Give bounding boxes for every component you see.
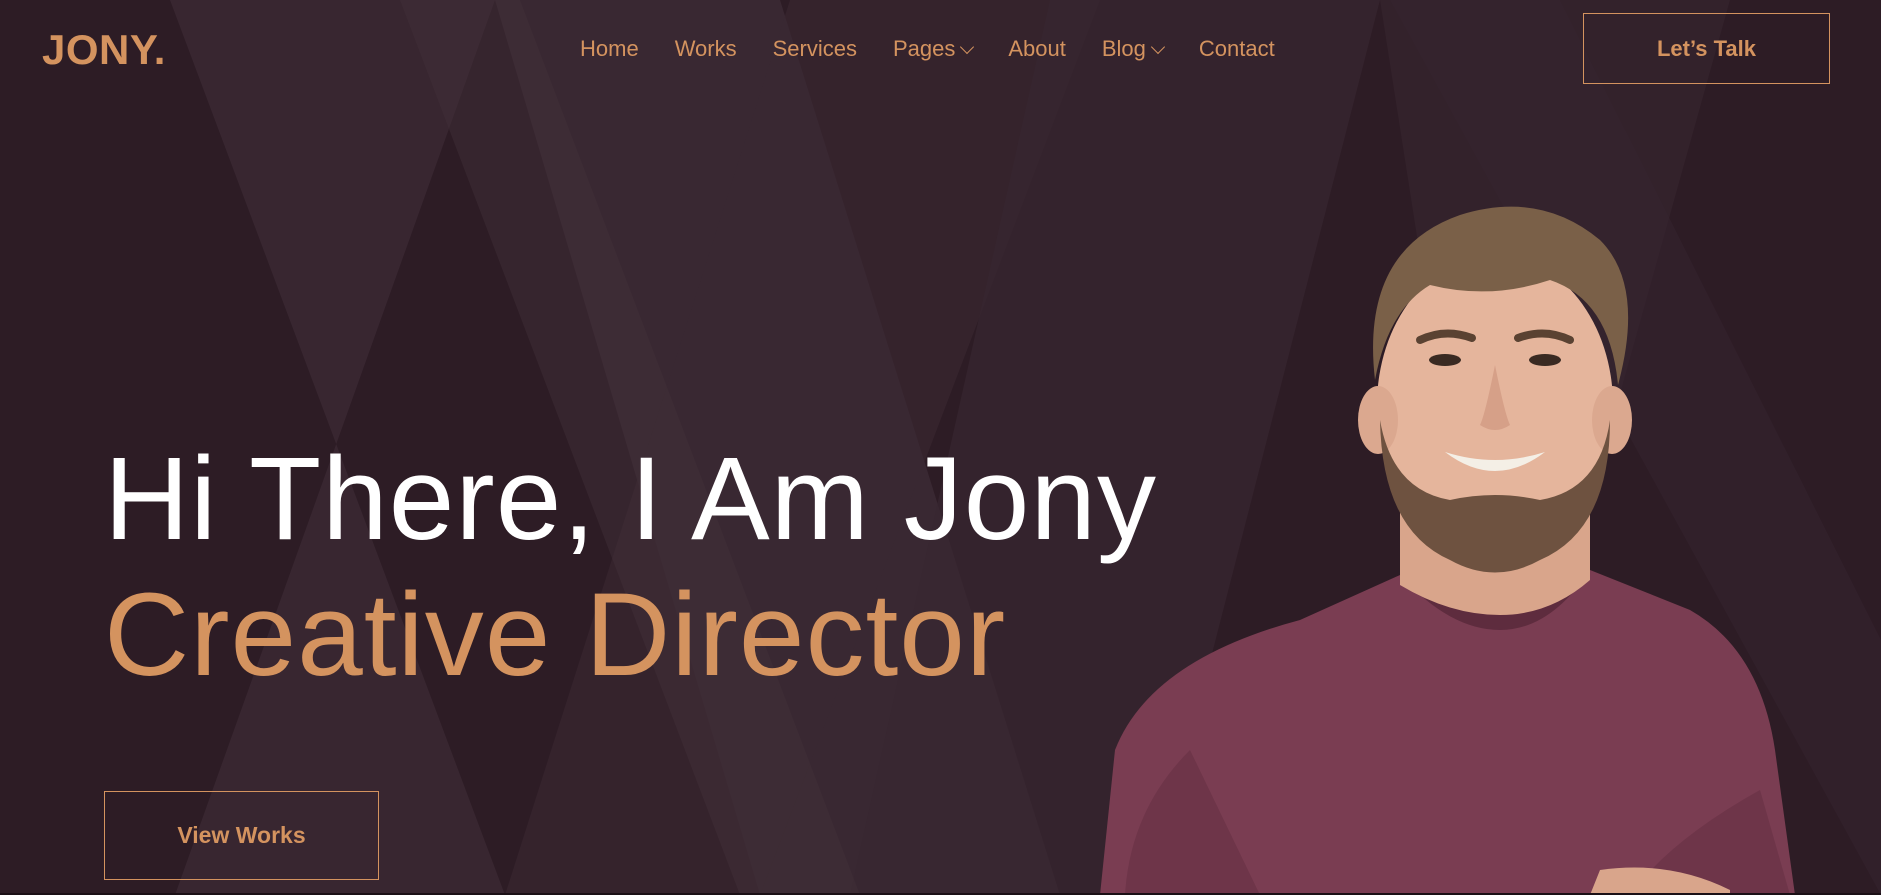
lets-talk-button[interactable]: Let’s Talk [1583, 13, 1830, 84]
chevron-down-icon [1150, 39, 1165, 54]
brand-logo[interactable]: JONY. [42, 26, 166, 74]
nav-item-works[interactable]: Works [675, 36, 737, 62]
portrait-image [1100, 206, 1795, 895]
main-nav: Home Works Services Pages About Blog Con… [580, 36, 1311, 62]
nav-item-services[interactable]: Services [773, 36, 857, 62]
nav-item-label: Services [772, 36, 857, 61]
nav-item-label: About [1008, 36, 1066, 61]
hero-title: Hi There, I Am Jony [104, 433, 1157, 565]
nav-item-pages[interactable]: Pages [892, 36, 975, 62]
nav-item-label: Contact [1198, 36, 1275, 61]
nav-item-blog[interactable]: Blog [1101, 36, 1165, 62]
chevron-down-icon [960, 39, 975, 54]
nav-item-label: Pages [892, 36, 956, 61]
hero-page: JONY. Home Works Services Pages About Bl… [0, 0, 1881, 895]
nav-item-about[interactable]: About [1008, 36, 1066, 62]
nav-item-label: Blog [1101, 36, 1146, 61]
nav-item-label: Home [580, 36, 639, 61]
nav-item-home[interactable]: Home [580, 36, 639, 62]
nav-item-contact[interactable]: Contact [1199, 36, 1275, 62]
hero-subtitle: Creative Director [104, 569, 1007, 701]
view-works-button[interactable]: View Works [104, 791, 379, 880]
nav-item-label: Works [674, 36, 737, 61]
